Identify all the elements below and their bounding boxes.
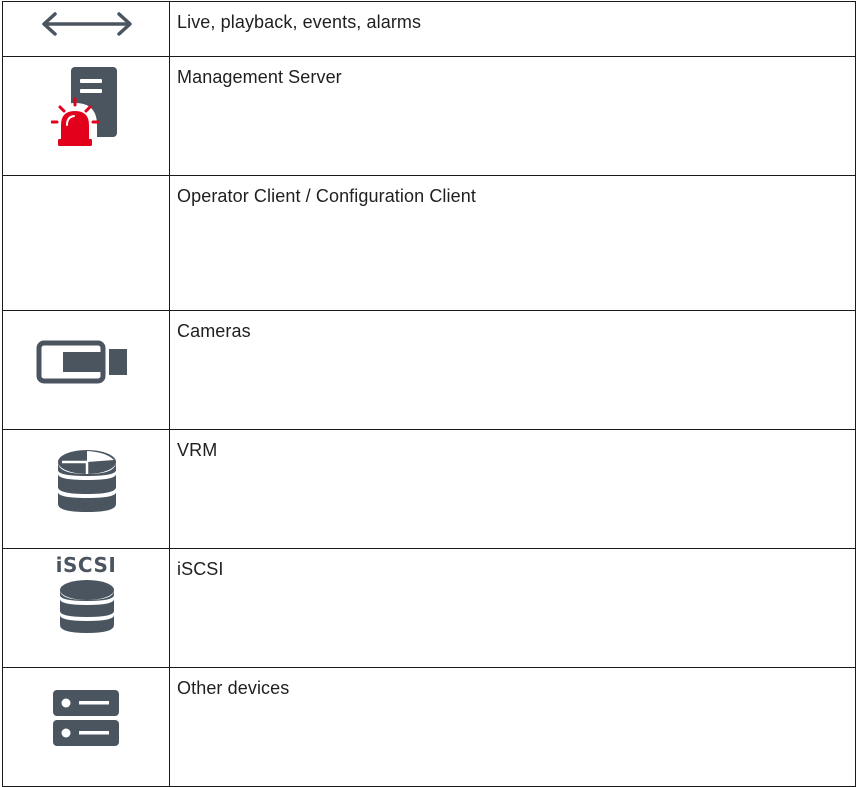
legend-row: Operator Client / Configuration Client (2, 175, 856, 311)
legend-row: VRM (2, 429, 856, 549)
legend-row: Cameras (2, 310, 856, 430)
legend-row: iSCSI iSCSI (2, 548, 856, 668)
iscsi-icon-text: iSCSI (55, 553, 117, 577)
vrm-storage-icon (58, 450, 116, 512)
icon-cell (2, 310, 170, 430)
legend-label: iSCSI (169, 548, 856, 668)
icon-cell (2, 56, 170, 176)
legend-row: Management Server (2, 56, 856, 176)
legend-label: Operator Client / Configuration Client (169, 175, 856, 311)
icon-cell (2, 1, 170, 57)
icon-cell (2, 667, 170, 787)
legend-label: Cameras (169, 310, 856, 430)
legend-row: Live, playback, events, alarms (2, 1, 856, 57)
legend-table: Live, playback, events, alarms Managemen… (2, 1, 856, 787)
legend-label: Other devices (169, 667, 856, 787)
legend-label: Live, playback, events, alarms (169, 1, 856, 57)
legend-label: VRM (169, 429, 856, 549)
icon-cell: iSCSI (2, 548, 170, 668)
double-arrow-icon (42, 12, 132, 36)
legend-row: Other devices (2, 667, 856, 787)
management-server-alarm-icon (51, 67, 117, 147)
icon-cell (2, 429, 170, 549)
camera-icon (36, 340, 127, 384)
other-devices-icon (53, 690, 119, 746)
legend-label: Management Server (169, 56, 856, 176)
icon-cell (2, 175, 170, 311)
iscsi-storage-icon (60, 580, 114, 633)
